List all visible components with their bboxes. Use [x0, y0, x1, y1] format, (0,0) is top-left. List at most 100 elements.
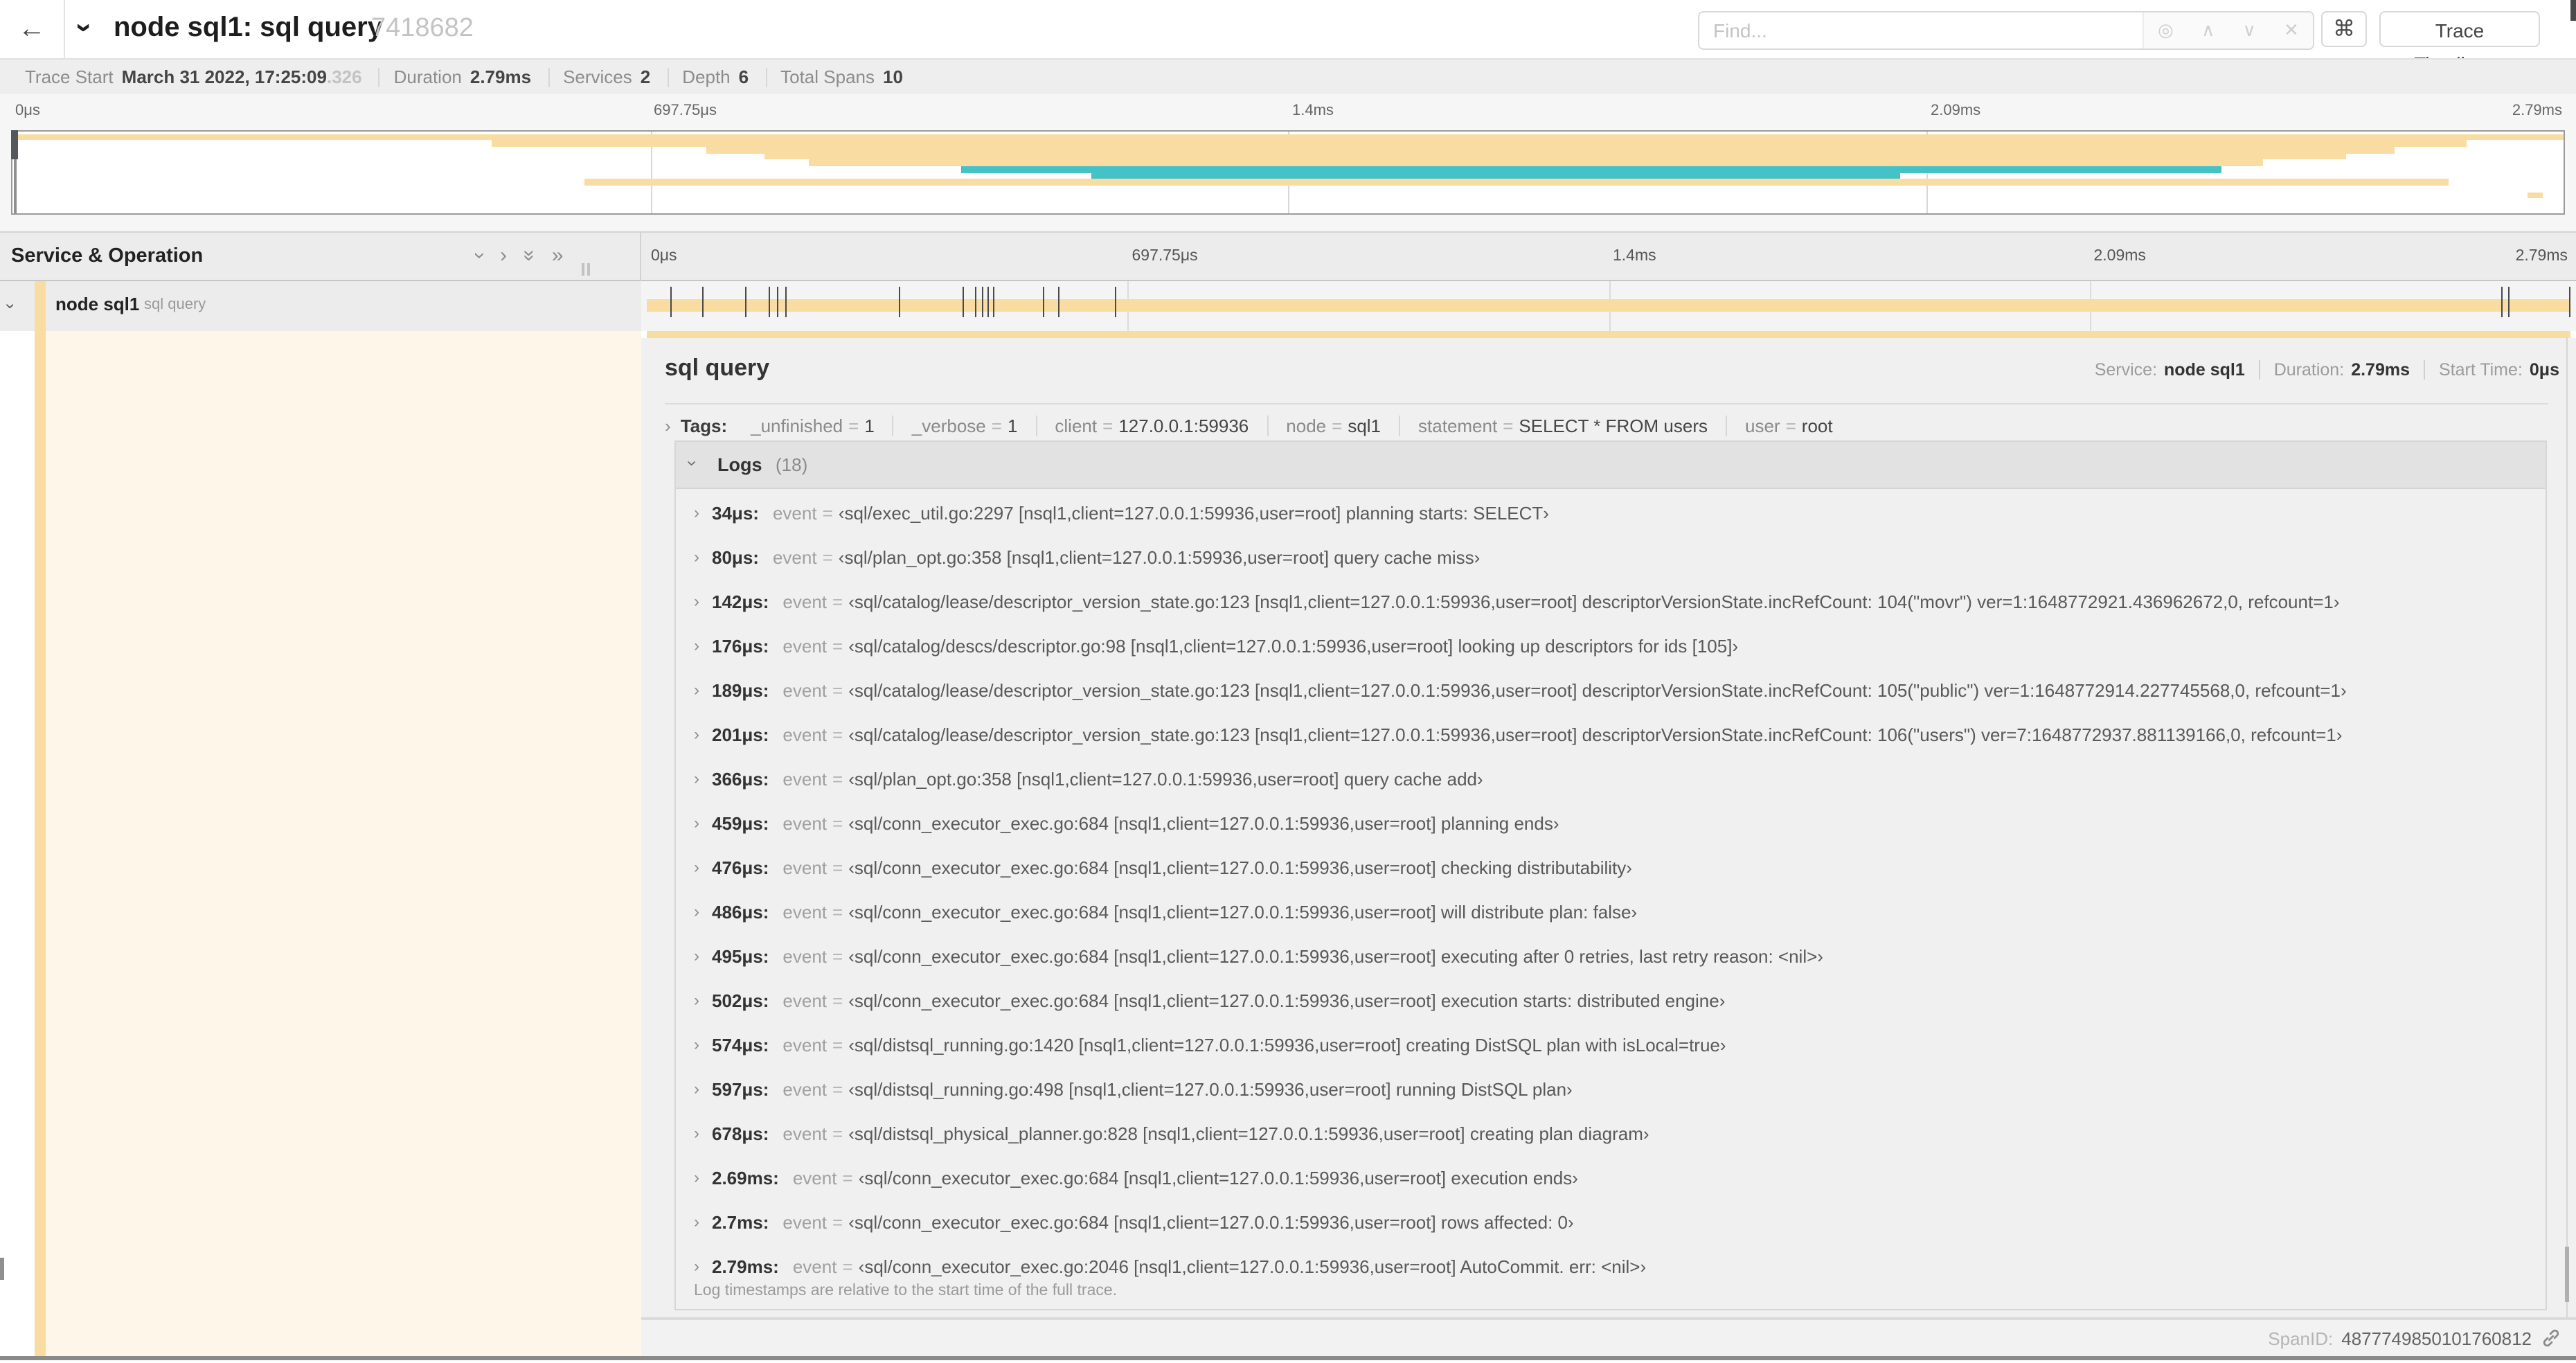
depth-value: 6: [738, 66, 749, 87]
log-entry[interactable]: › 597μs: event = ‹sql/distsql_running.go:498…: [676, 1067, 2546, 1111]
detail-service-stripe: [35, 330, 46, 1356]
chevron-right-icon: ›: [694, 1035, 699, 1054]
chevron-right-icon: ›: [694, 1123, 699, 1143]
chevron-right-icon: ›: [694, 591, 699, 611]
chevron-right-icon: ›: [694, 724, 699, 744]
minimap-canvas[interactable]: [11, 130, 2565, 215]
log-field-value: ‹sql/conn_executor_exec.go:684 [nsql1,cl…: [848, 901, 1638, 922]
expand-one-icon[interactable]: ›: [500, 244, 507, 267]
log-field-key: event: [782, 812, 828, 833]
log-entry[interactable]: › 80μs: event = ‹sql/plan_opt.go:358 [nsql1,…: [676, 535, 2546, 579]
log-field-key: event: [782, 768, 828, 789]
log-field-value: ‹sql/plan_opt.go:358 [nsql1,client=127.0…: [848, 768, 1483, 789]
expand-all-icon[interactable]: »: [552, 244, 564, 267]
match-highlight-icon[interactable]: ◎: [2158, 19, 2174, 42]
log-tick: [2569, 286, 2571, 317]
chevron-right-icon: ›: [694, 769, 699, 788]
back-button[interactable]: ←: [0, 0, 65, 58]
left-scrollbar-thumb[interactable]: [0, 1258, 3, 1280]
logs-collapse-chevron-icon[interactable]: ›: [682, 461, 703, 467]
log-entry[interactable]: › 189μs: event = ‹sql/catalog/lease/descript…: [676, 668, 2546, 712]
meta-duration-label: Duration:: [2273, 360, 2345, 380]
span-row-name-cell[interactable]: › node sql1 sql query: [0, 281, 641, 330]
log-tick: [670, 286, 672, 317]
log-timestamp: 176μs:: [712, 635, 769, 656]
log-tick: [1058, 286, 1060, 317]
tag-value: SELECT * FROM users: [1519, 416, 1708, 436]
log-entry[interactable]: › 176μs: event = ‹sql/catalog/descs/descript…: [676, 623, 2546, 668]
duration-label: Duration: [393, 66, 462, 87]
tag-value: sql1: [1348, 416, 1381, 436]
page-scrollbar-thumb-top[interactable]: [2570, 0, 2576, 21]
span-collapse-chevron-icon[interactable]: ›: [1, 303, 21, 309]
log-entry[interactable]: › 459μs: event = ‹sql/conn_executor_exec.go:…: [676, 801, 2546, 845]
detail-divider: [665, 403, 2548, 404]
depth-label: Depth: [682, 66, 731, 87]
minimap-span-bar: [584, 179, 2449, 186]
log-entry[interactable]: › 142μs: event = ‹sql/catalog/lease/descript…: [676, 579, 2546, 623]
equals-sign: =: [1785, 416, 1796, 436]
span-row[interactable]: › node sql1 sql query: [0, 281, 2576, 330]
log-field-key: event: [782, 635, 828, 656]
log-timestamp: 2.69ms:: [712, 1167, 779, 1188]
duration-item: Duration 2.79ms: [380, 66, 550, 87]
tag-item: _unfinished = 1: [733, 416, 894, 436]
panel-scrollbar-thumb[interactable]: [2564, 1247, 2568, 1302]
chevron-right-icon: ›: [694, 857, 699, 877]
trace-start-value: March 31 2022, 17:25:09: [121, 66, 327, 87]
log-entry[interactable]: › 574μs: event = ‹sql/distsql_running.go:142…: [676, 1022, 2546, 1067]
log-field-key: event: [782, 1034, 828, 1055]
log-field-value: ‹sql/exec_util.go:2297 [nsql1,client=127…: [838, 502, 1549, 523]
log-entry[interactable]: › 476μs: event = ‹sql/conn_executor_exec.go:…: [676, 845, 2546, 889]
log-rows: › 34μs: event = ‹sql/exec_util.go:2297 [nsql…: [676, 490, 2546, 1288]
trace-collapse-chevron-icon[interactable]: ›: [67, 23, 100, 33]
services-value: 2: [640, 66, 651, 87]
tags-label: Tags:: [680, 416, 728, 436]
log-field-key: event: [782, 857, 828, 878]
log-entry[interactable]: › 2.79ms: event = ‹sql/conn_executor_exec.go…: [676, 1244, 2546, 1288]
log-timestamp: 201μs:: [712, 724, 769, 745]
logs-header[interactable]: › Logs (18): [676, 442, 2546, 489]
copy-link-icon[interactable]: [2541, 1328, 2561, 1348]
log-entry[interactable]: › 2.69ms: event = ‹sql/conn_executor_exec.go…: [676, 1155, 2546, 1200]
log-entry[interactable]: › 201μs: event = ‹sql/catalog/lease/descript…: [676, 712, 2546, 756]
equals-sign: =: [1102, 416, 1113, 436]
collapse-all-icon[interactable]: »: [517, 250, 541, 262]
clear-search-icon[interactable]: ✕: [2284, 19, 2299, 42]
find-input[interactable]: [1699, 12, 2143, 48]
keyboard-shortcuts-button[interactable]: ⌘: [2321, 11, 2367, 47]
equals-sign: =: [832, 724, 843, 745]
prev-result-icon[interactable]: ∧: [2201, 19, 2215, 42]
collapse-one-icon[interactable]: ›: [468, 252, 492, 259]
log-tick: [974, 286, 976, 317]
log-entry[interactable]: › 2.7ms: event = ‹sql/conn_executor_exec.go:…: [676, 1200, 2546, 1244]
log-entry[interactable]: › 486μs: event = ‹sql/conn_executor_exec.go:…: [676, 889, 2546, 934]
tag-value: 1: [864, 416, 875, 436]
minimap-span-bar: [808, 159, 2263, 166]
log-timestamp: 80μs:: [712, 546, 759, 567]
meta-start-time: Start Time: 0μs: [2425, 360, 2559, 380]
column-resize-grip[interactable]: [580, 263, 591, 276]
log-entry[interactable]: › 34μs: event = ‹sql/exec_util.go:2297 [nsql…: [676, 490, 2546, 535]
chevron-right-icon: ›: [694, 1212, 699, 1231]
command-icon: ⌘: [2333, 18, 2355, 42]
tag-key: _verbose: [911, 416, 986, 436]
log-entry[interactable]: › 678μs: event = ‹sql/distsql_physical_plann…: [676, 1111, 2546, 1155]
service-color-stripe: [35, 281, 46, 330]
tag-item: _verbose = 1: [894, 416, 1037, 436]
tags-expand-chevron-icon[interactable]: ›: [665, 416, 671, 436]
trace-view-dropdown[interactable]: Trace Timeline⌄: [2379, 11, 2540, 75]
log-entry[interactable]: › 366μs: event = ‹sql/plan_opt.go:358 [nsql1…: [676, 756, 2546, 801]
next-result-icon[interactable]: ∨: [2243, 19, 2256, 42]
meta-start-time-value: 0μs: [2529, 360, 2559, 380]
log-entry[interactable]: › 502μs: event = ‹sql/conn_executor_exec.go:…: [676, 978, 2546, 1022]
chevron-right-icon: ›: [694, 503, 699, 522]
log-timestamp: 678μs:: [712, 1123, 769, 1143]
panel-scrollbar-track[interactable]: [2566, 338, 2567, 1317]
detail-left-gutter: [0, 330, 35, 1356]
tags-row[interactable]: › Tags: _unfinished = 1 _verbose = 1 client = 12…: [665, 416, 1851, 436]
equals-sign: =: [832, 901, 843, 922]
minimap-scrubber-handle[interactable]: [11, 130, 18, 159]
log-field-value: ‹sql/catalog/lease/descriptor_version_st…: [848, 679, 2347, 700]
log-entry[interactable]: › 495μs: event = ‹sql/conn_executor_exec.go:…: [676, 934, 2546, 978]
